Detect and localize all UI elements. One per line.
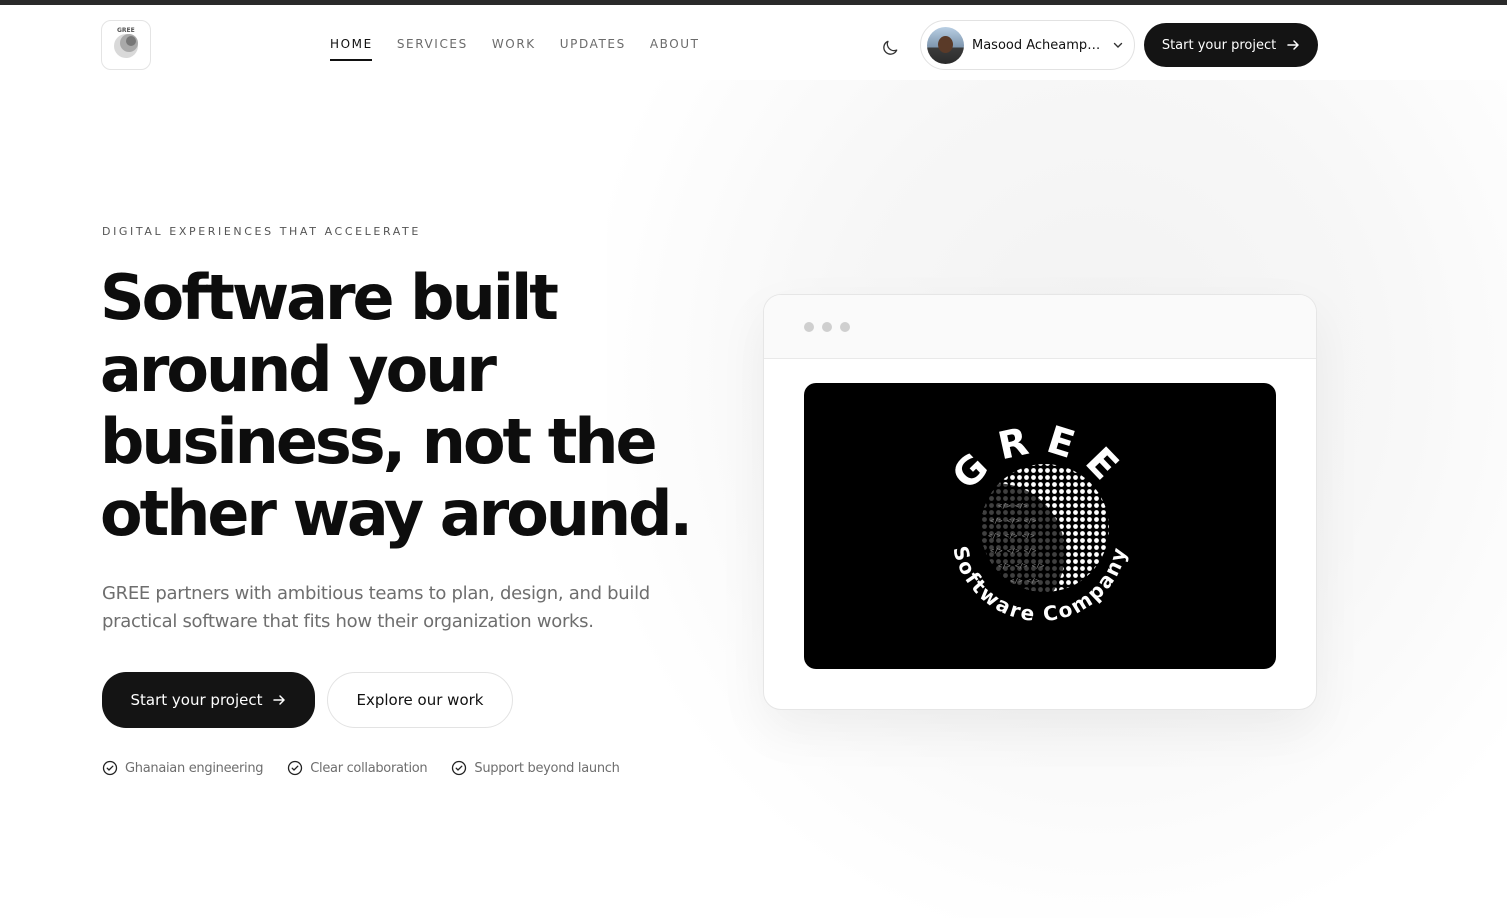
gree-software-company-logo: </> </> </> </> </> </> </> </> </> </> … [944, 416, 1130, 626]
svg-text:</> </> </>: </> </> </> [990, 517, 1036, 525]
feature-label: Clear collaboration [310, 760, 428, 776]
theme-toggle-button[interactable] [874, 32, 906, 64]
feature-item: Support beyond launch [451, 760, 620, 776]
window-dot [804, 321, 814, 332]
logo-button[interactable]: GREE [101, 20, 151, 70]
hero-start-project-button[interactable]: Start your project [102, 672, 315, 728]
headline-line: business, not the [100, 405, 658, 478]
user-menu-button[interactable]: Masood Acheampong [920, 20, 1135, 70]
nav-home[interactable]: HOME [330, 37, 373, 61]
svg-text:</> </> </>: </> </> </> [998, 562, 1044, 570]
explore-work-button[interactable]: Explore our work [327, 672, 513, 728]
gree-globe-logo-icon: GREE [114, 27, 138, 58]
nav-work[interactable]: WORK [492, 37, 536, 61]
site-header: GREE HOME SERVICES WORK UPDATES ABOUT Ma… [0, 5, 1507, 85]
main-nav: HOME SERVICES WORK UPDATES ABOUT [330, 37, 724, 61]
feature-list: Ghanaian engineering Clear collaboration… [102, 760, 644, 776]
hero-eyebrow: DIGITAL EXPERIENCES THAT ACCELERATE [102, 225, 421, 238]
svg-text:GREE: GREE [117, 27, 135, 34]
svg-text:</> </> </>: </> </> </> [988, 532, 1034, 540]
gree-brand-image: </> </> </> </> </> </> </> </> </> </> … [804, 383, 1276, 669]
feature-label: Support beyond launch [474, 760, 620, 776]
window-dot [840, 321, 850, 332]
nav-about[interactable]: ABOUT [650, 37, 700, 61]
user-name: Masood Acheampong [972, 37, 1102, 53]
explore-work-label: Explore our work [356, 691, 484, 709]
feature-item: Clear collaboration [287, 760, 428, 776]
headline-line: around your [100, 333, 497, 406]
nav-updates[interactable]: UPDATES [560, 37, 626, 61]
svg-text:</> </> </>: </> </> </> [990, 547, 1036, 555]
avatar [927, 26, 964, 64]
check-circle-icon [288, 760, 303, 776]
svg-text:</> </>: </> </> [998, 502, 1028, 510]
browser-window-mockup: </> </> </> </> </> </> </> </> </> </> … [763, 294, 1317, 710]
feature-item: Ghanaian engineering [102, 760, 264, 776]
window-dot [822, 321, 832, 332]
svg-text:</> </>: </> </> [1010, 577, 1040, 585]
window-titlebar [764, 295, 1316, 359]
feature-label: Ghanaian engineering [125, 760, 264, 776]
headline-line: Software built [100, 261, 559, 334]
arrow-right-icon [273, 695, 286, 705]
hero-headline: Software built around your business, not… [100, 262, 700, 550]
headline-line: other way around. [100, 477, 693, 550]
check-circle-icon [452, 760, 467, 776]
nav-services[interactable]: SERVICES [397, 37, 468, 61]
moon-icon [883, 40, 898, 55]
chevron-down-icon [1112, 39, 1124, 51]
hero-cta-label: Start your project [130, 691, 263, 709]
header-start-project-button[interactable]: Start your project [1144, 23, 1318, 67]
header-cta-label: Start your project [1161, 37, 1277, 53]
hero-subcopy: GREE partners with ambitious teams to pl… [102, 583, 650, 632]
check-circle-icon [102, 760, 118, 776]
arrow-right-icon [1287, 40, 1299, 50]
